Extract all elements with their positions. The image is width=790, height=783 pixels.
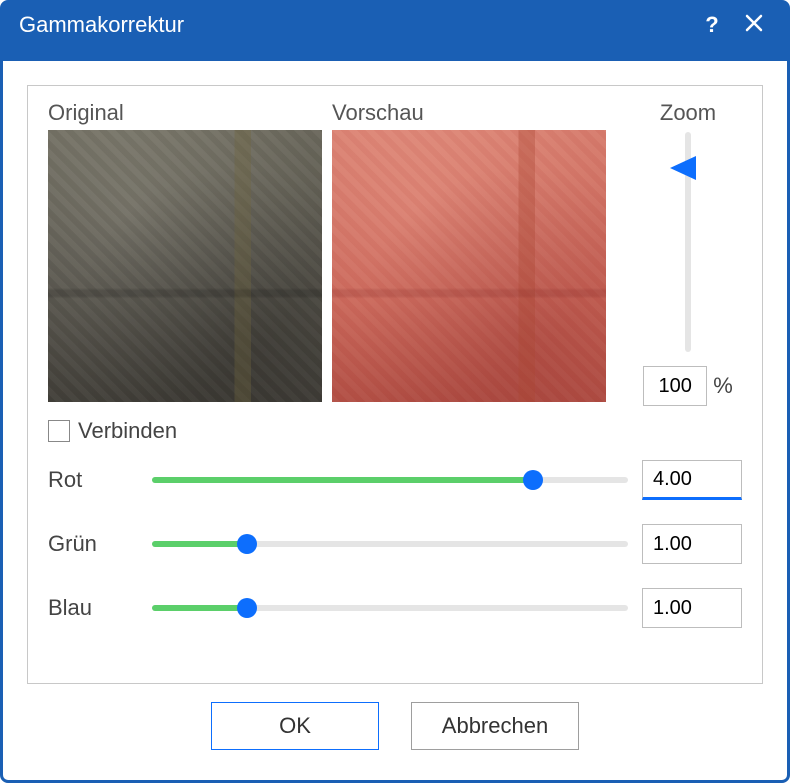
slider-fill <box>152 541 247 547</box>
cancel-button[interactable]: Abbrechen <box>411 702 579 750</box>
preview-label: Vorschau <box>332 100 606 126</box>
slider-thumb[interactable] <box>523 470 543 490</box>
slider-fill <box>152 477 533 483</box>
zoom-column: Zoom % <box>634 100 742 406</box>
value-input-blue[interactable] <box>642 588 742 628</box>
settings-panel: Original Vorschau Zoom % <box>27 85 763 684</box>
zoom-label: Zoom <box>660 100 716 126</box>
close-icon <box>745 12 763 38</box>
channel-label-green: Grün <box>48 531 138 557</box>
cancel-button-label: Abbrechen <box>442 713 548 739</box>
zoom-input[interactable] <box>643 366 707 406</box>
slider-red[interactable] <box>152 470 628 490</box>
content-area: Original Vorschau Zoom % <box>3 61 787 780</box>
slider-blue[interactable] <box>152 598 628 618</box>
link-row: Verbinden <box>48 418 742 444</box>
ok-button[interactable]: OK <box>211 702 379 750</box>
preview-image <box>332 130 606 402</box>
previews-row: Original Vorschau Zoom % <box>48 100 742 406</box>
slider-row-red: Rot <box>48 460 742 500</box>
link-label: Verbinden <box>78 418 177 444</box>
value-input-red[interactable] <box>642 460 742 500</box>
slider-fill <box>152 605 247 611</box>
titlebar: Gammakorrektur ? <box>3 3 787 61</box>
channel-label-red: Rot <box>48 467 138 493</box>
close-button[interactable] <box>733 7 775 43</box>
zoom-slider-thumb[interactable] <box>670 156 696 180</box>
channel-sliders: Rot Grün <box>48 460 742 628</box>
link-checkbox[interactable] <box>48 420 70 442</box>
ok-button-label: OK <box>279 713 311 739</box>
slider-row-blue: Blau <box>48 588 742 628</box>
slider-green[interactable] <box>152 534 628 554</box>
slider-thumb[interactable] <box>237 534 257 554</box>
channel-label-blue: Blau <box>48 595 138 621</box>
zoom-value-row: % <box>643 366 733 406</box>
help-icon: ? <box>705 12 718 38</box>
original-image <box>48 130 322 402</box>
dialog-gamma-correction: Gammakorrektur ? Original Vorschau <box>0 0 790 783</box>
help-button[interactable]: ? <box>691 7 733 43</box>
original-column: Original <box>48 100 322 402</box>
original-label: Original <box>48 100 322 126</box>
preview-column: Vorschau <box>332 100 606 402</box>
value-input-green[interactable] <box>642 524 742 564</box>
dialog-buttons: OK Abbrechen <box>27 684 763 756</box>
dialog-title: Gammakorrektur <box>19 12 691 38</box>
slider-thumb[interactable] <box>237 598 257 618</box>
slider-row-green: Grün <box>48 524 742 564</box>
zoom-slider[interactable] <box>673 132 703 352</box>
zoom-unit: % <box>713 373 733 399</box>
